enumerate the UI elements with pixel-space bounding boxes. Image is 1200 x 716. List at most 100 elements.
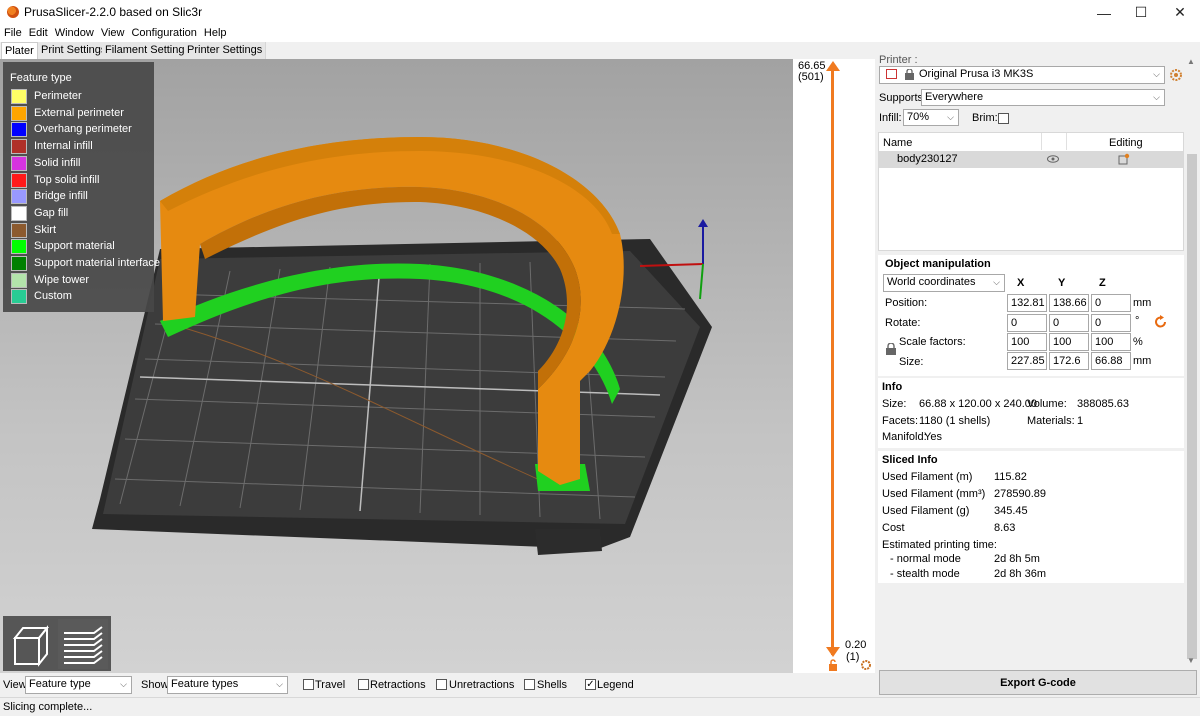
show-feature-value: Feature types <box>171 678 239 690</box>
menu-file[interactable]: File <box>0 25 25 42</box>
legend-item: Bridge infill <box>11 189 151 205</box>
estimated-time-label: Estimated printing time: <box>882 539 997 551</box>
printer-combo[interactable]: Original Prusa i3 MK3S ⌵ <box>879 66 1165 84</box>
legend-swatch <box>11 172 27 188</box>
tab-plater[interactable]: Plater <box>1 42 38 59</box>
tab-printer-settings[interactable]: Printer Settings <box>184 42 267 59</box>
brim-checkbox[interactable] <box>998 113 1009 124</box>
rotate-y-field[interactable]: 0 <box>1049 314 1089 332</box>
legend-swatch <box>11 139 27 155</box>
coordinate-system-combo[interactable]: World coordinates ⌵ <box>883 274 1005 292</box>
object-list: Name Editing body230127 <box>878 132 1184 251</box>
legend-title: Feature type <box>10 72 72 84</box>
scale-unit: % <box>1133 336 1143 348</box>
eye-icon[interactable] <box>1047 155 1059 163</box>
position-y-field[interactable]: 138.66 <box>1049 294 1089 312</box>
printer-settings-gear-icon[interactable] <box>1169 68 1183 82</box>
slider-top-thumb-icon[interactable] <box>826 61 840 71</box>
scroll-down-icon[interactable]: ▼ <box>1187 656 1195 665</box>
unretractions-checkbox[interactable] <box>436 679 447 690</box>
info-size-value: 66.88 x 120.00 x 240.00 <box>919 398 1038 410</box>
size-y-field[interactable]: 172.6 <box>1049 352 1089 370</box>
object-list-editing-header[interactable]: Editing <box>1109 137 1143 149</box>
position-z-field[interactable]: 0 <box>1091 294 1131 312</box>
travel-checkbox[interactable] <box>303 679 314 690</box>
scale-x-field[interactable]: 100 <box>1007 333 1047 351</box>
view-type-combo[interactable]: Feature type ⌵ <box>25 676 132 694</box>
supports-combo[interactable]: Everywhere ⌵ <box>921 89 1165 106</box>
infill-value: 70% <box>907 111 930 123</box>
sliced-info-value: 115.82 <box>994 471 1027 483</box>
legend-label: Overhang perimeter <box>34 123 132 136</box>
cube-icon <box>12 625 50 667</box>
legend-item: Internal infill <box>11 139 151 155</box>
coordinate-system-value: World coordinates <box>887 276 976 288</box>
legend-item: External perimeter <box>11 105 151 121</box>
lock-icon[interactable] <box>827 659 839 671</box>
sliced-info-label: Cost <box>882 522 905 534</box>
scale-y-field[interactable]: 100 <box>1049 333 1089 351</box>
object-row[interactable]: body230127 <box>879 151 1183 168</box>
infill-label: Infill: <box>879 112 902 124</box>
menu-view[interactable]: View <box>97 25 128 42</box>
close-button[interactable]: ✕ <box>1160 0 1200 25</box>
rotate-z-field[interactable]: 0 <box>1091 314 1131 332</box>
preview-toolbar: View Feature type ⌵ Show Feature types ⌵… <box>0 673 875 697</box>
export-gcode-button[interactable]: Export G-code <box>879 670 1197 695</box>
sliced-info-label: Used Filament (g) <box>882 505 970 517</box>
slider-track[interactable] <box>831 67 834 655</box>
legend-swatch <box>11 205 27 221</box>
size-x-field[interactable]: 227.85 <box>1007 352 1047 370</box>
legend-item: Overhang perimeter <box>11 122 151 138</box>
sliced-info-title: Sliced Info <box>882 454 938 466</box>
legend-checkbox[interactable]: ✓ <box>585 679 596 690</box>
menu-help[interactable]: Help <box>200 25 230 42</box>
menu-configuration[interactable]: Configuration <box>127 25 199 42</box>
size-label: Size: <box>899 356 924 368</box>
slider-bottom-thumb-icon[interactable] <box>826 647 840 657</box>
scale-z-field[interactable]: 100 <box>1091 333 1131 351</box>
tab-filament-settings[interactable]: Filament Settings <box>102 42 194 59</box>
menu-window[interactable]: Window <box>51 25 97 42</box>
chevron-down-icon: ⌵ <box>1153 92 1160 102</box>
retractions-checkbox[interactable] <box>358 679 369 690</box>
infill-combo[interactable]: 70% ⌵ <box>903 109 959 126</box>
reset-rotation-icon[interactable] <box>1154 315 1168 329</box>
layer-slider[interactable]: 66.65 (501) 0.20 (1) <box>793 59 875 673</box>
shells-checkbox[interactable] <box>524 679 535 690</box>
scroll-up-icon[interactable]: ▲ <box>1187 57 1195 66</box>
minimize-button[interactable]: — <box>1084 0 1124 25</box>
column-divider <box>1041 133 1042 150</box>
size-z-field[interactable]: 66.88 <box>1091 352 1131 370</box>
lock-icon[interactable] <box>886 343 896 355</box>
legend-swatch <box>11 222 27 238</box>
maximize-button[interactable]: ☐ <box>1121 0 1161 25</box>
3d-view-button[interactable] <box>7 620 55 668</box>
axis-x-label: X <box>1017 277 1025 289</box>
3d-viewport[interactable]: Feature type Perimeter External perimeter… <box>0 59 875 673</box>
normal-mode-value: 2d 8h 5m <box>994 553 1040 565</box>
supports-value: Everywhere <box>925 91 984 103</box>
position-unit: mm <box>1133 297 1152 309</box>
settings-cog-icon[interactable] <box>860 659 872 671</box>
legend-label: Gap fill <box>34 206 69 219</box>
rotate-x-field[interactable]: 0 <box>1007 314 1047 332</box>
sidebar-scrollbar[interactable]: ▲ ▼ <box>1184 57 1200 669</box>
info-size-label: Size: <box>882 398 907 410</box>
object-list-name-header[interactable]: Name <box>883 137 912 149</box>
info-manifold-label: Manifold: <box>882 431 927 443</box>
preview-view-button[interactable] <box>58 619 108 669</box>
position-x-field[interactable]: 132.81 <box>1007 294 1047 312</box>
edit-settings-icon[interactable] <box>1118 153 1130 165</box>
info-manifold-value: Yes <box>924 431 942 443</box>
scrollbar-thumb[interactable] <box>1187 154 1197 659</box>
sliced-info-label: Used Filament (mm³) <box>882 488 986 500</box>
legend-item: Skirt <box>11 222 151 238</box>
tab-print-settings[interactable]: Print Settings <box>38 42 111 59</box>
printer-icon <box>886 69 897 79</box>
status-text: Slicing complete... <box>3 701 93 713</box>
layers-icon <box>64 626 103 664</box>
scale-factors-label: Scale factors: <box>899 336 966 348</box>
show-feature-combo[interactable]: Feature types ⌵ <box>167 676 288 694</box>
menu-edit[interactable]: Edit <box>25 25 51 42</box>
